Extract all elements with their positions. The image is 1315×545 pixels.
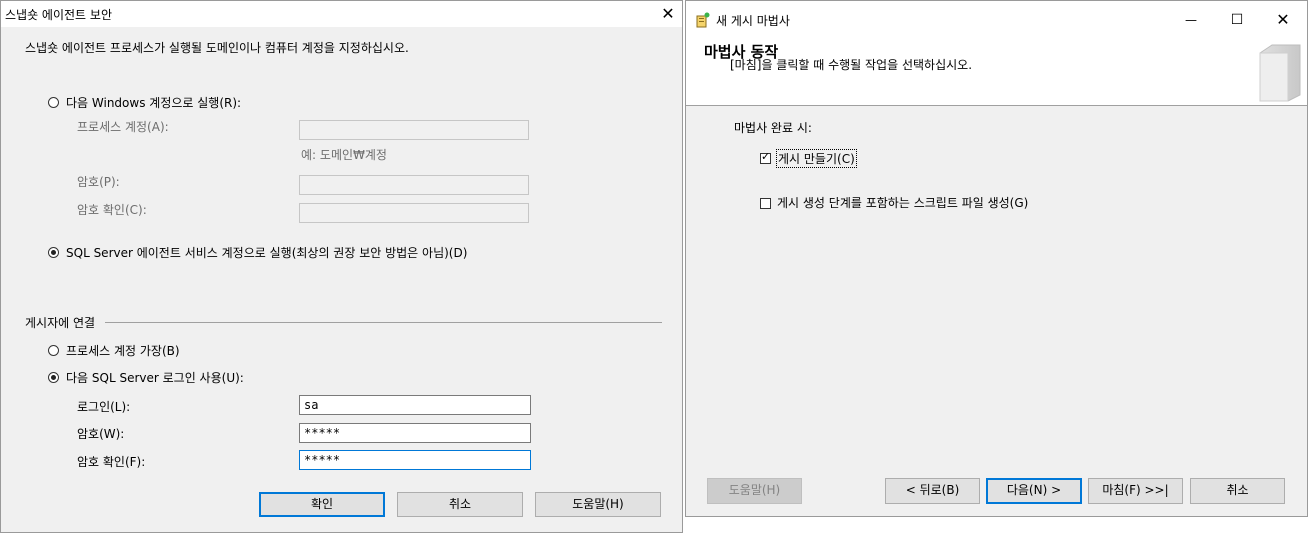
password-label: 암호(P): xyxy=(77,175,120,189)
radio-impersonate[interactable] xyxy=(48,345,59,356)
snapshot-agent-security-dialog: 스냅숏 에이전트 보안 ✕ 스냅숏 에이전트 프로세스가 실행될 도메인이나 컴… xyxy=(0,0,683,533)
checkbox-generate-script[interactable] xyxy=(760,198,771,209)
next-button[interactable]: 다음(N) > xyxy=(986,478,1082,504)
wizard-icon xyxy=(696,12,710,28)
password-confirm-label: 암호 확인(C): xyxy=(77,203,147,217)
process-account-hint: 예: 도메인₩계정 xyxy=(301,148,387,162)
sql-password-label: 암호(W): xyxy=(77,427,125,441)
login-label: 로그인(L): xyxy=(77,400,131,414)
help-button[interactable]: 도움말(H) xyxy=(707,478,802,504)
radio-sql-agent-account-label: SQL Server 에이전트 서비스 계정으로 실행(최상의 권장 보안 방법… xyxy=(66,246,468,260)
new-publication-wizard: 새 게시 마법사 — ☐ ✕ 마법사 동작 [마침]을 클릭할 때 수행될 작업… xyxy=(685,0,1308,517)
maximize-icon[interactable]: ☐ xyxy=(1229,12,1245,28)
title-bar: 스냅숏 에이전트 보안 ✕ xyxy=(1,1,682,27)
section-divider xyxy=(105,322,662,323)
title-bar: 새 게시 마법사 — ☐ ✕ xyxy=(686,1,1307,39)
completion-group-label: 마법사 완료 시: xyxy=(734,121,812,135)
wizard-book-icon xyxy=(1252,43,1304,103)
publisher-section-label: 게시자에 연결 xyxy=(25,316,96,330)
close-icon[interactable]: ✕ xyxy=(660,6,676,22)
header-subtitle: [마침]을 클릭할 때 수행될 작업을 선택하십시오. xyxy=(730,58,973,72)
minimize-icon[interactable]: — xyxy=(1183,12,1199,28)
radio-impersonate-label: 프로세스 계정 가장(B) xyxy=(66,344,180,358)
ok-button[interactable]: 확인 xyxy=(259,492,385,517)
process-account-input xyxy=(299,120,529,140)
back-button[interactable]: < 뒤로(B) xyxy=(885,478,980,504)
radio-sql-agent-account[interactable] xyxy=(48,247,59,258)
cancel-button[interactable]: 취소 xyxy=(1190,478,1285,504)
description-text: 스냅숏 에이전트 프로세스가 실행될 도메인이나 컴퓨터 계정을 지정하십시오. xyxy=(25,41,409,55)
finish-button[interactable]: 마침(F) >>| xyxy=(1088,478,1183,504)
check-mark-icon: ✓ xyxy=(761,150,771,163)
sql-password-confirm-label: 암호 확인(F): xyxy=(77,455,146,469)
sql-password-input[interactable]: ***** xyxy=(299,423,531,443)
password-confirm-input xyxy=(299,203,529,223)
process-account-label: 프로세스 계정(A): xyxy=(77,120,169,134)
login-input[interactable]: sa xyxy=(299,395,531,415)
wizard-title: 새 게시 마법사 xyxy=(716,14,790,28)
close-icon[interactable]: ✕ xyxy=(1275,12,1291,28)
radio-sql-login-label: 다음 SQL Server 로그인 사용(U): xyxy=(66,371,244,385)
radio-sql-login[interactable] xyxy=(48,372,59,383)
help-button[interactable]: 도움말(H) xyxy=(535,492,661,517)
sql-password-confirm-input[interactable]: ***** xyxy=(299,450,531,470)
radio-windows-account[interactable] xyxy=(48,97,59,108)
password-input xyxy=(299,175,529,195)
wizard-header: 마법사 동작 [마침]을 클릭할 때 수행될 작업을 선택하십시오. xyxy=(686,39,1307,106)
checkbox-create-publication[interactable]: ✓ xyxy=(760,150,771,164)
checkbox-generate-script-label: 게시 생성 단계를 포함하는 스크립트 파일 생성(G) xyxy=(777,196,1029,210)
cancel-button[interactable]: 취소 xyxy=(397,492,523,517)
radio-windows-account-label: 다음 Windows 계정으로 실행(R): xyxy=(66,96,242,110)
dialog-title: 스냅숏 에이전트 보안 xyxy=(5,8,112,22)
checkbox-create-publication-label: 게시 만들기(C) xyxy=(776,149,857,168)
